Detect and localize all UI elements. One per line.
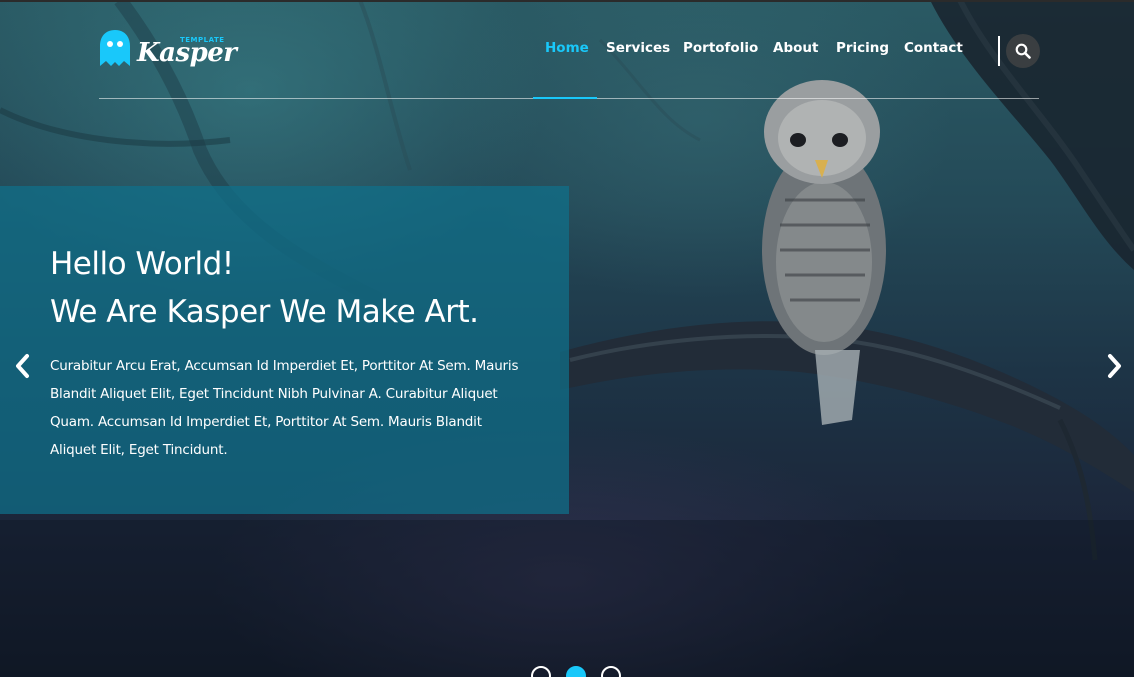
chevron-left-icon [16,354,29,378]
logo-name: Kasper [137,38,237,68]
window-top-border [0,0,1134,2]
nav-item-home[interactable]: Home [545,40,589,56]
brand-logo[interactable]: TEMPLATE Kasper [99,28,237,72]
nav-item-contact[interactable]: Contact [904,40,963,56]
hero-headline-line1: Hello World! [50,246,234,282]
search-icon [1015,43,1031,59]
hero-headline-line2: We Are Kasper We Make Art. [50,294,479,330]
chevron-right-icon [1108,354,1121,378]
slider-next-button[interactable] [1104,352,1126,380]
nav-item-pricing[interactable]: Pricing [836,40,889,56]
hero-content-box [0,186,569,514]
ghost-icon [100,30,130,66]
search-button[interactable] [1006,34,1040,68]
hero-headline: Hello World! We Are Kasper We Make Art. [50,240,550,336]
nav-item-about[interactable]: About [773,40,818,56]
slider-prev-button[interactable] [11,352,33,380]
nav-active-indicator [533,97,597,99]
hero-body-text: Curabitur Arcu Erat, Accumsan Id Imperdi… [50,358,519,458]
nav-item-portofolio[interactable]: Portofolio [683,40,758,56]
nav-divider [998,36,1000,66]
nav-item-services[interactable]: Services [606,40,670,56]
